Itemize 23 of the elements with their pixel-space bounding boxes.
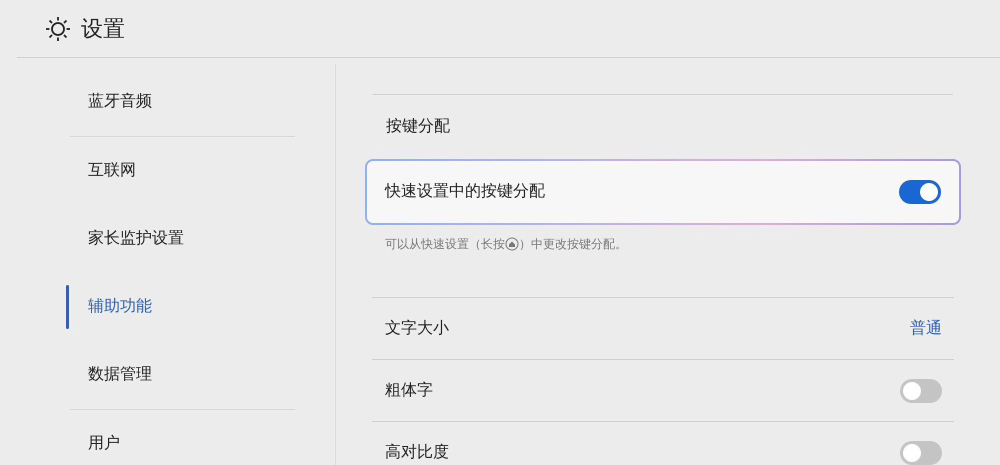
- setting-label: 高对比度: [385, 442, 449, 462]
- setting-value: 普通: [910, 318, 942, 338]
- hint-text: ）中更改按键分配。: [519, 236, 627, 253]
- setting-card[interactable]: 快速设置中的按键分配: [365, 159, 961, 225]
- settings-icon: [45, 16, 71, 42]
- setting-row[interactable]: 粗体字: [372, 360, 954, 422]
- sidebar-item[interactable]: 蓝牙音频: [70, 68, 295, 136]
- setting-row[interactable]: 文字大小 普通: [372, 298, 954, 360]
- setting-label: 快速设置中的按键分配: [385, 182, 545, 202]
- home-icon: [505, 237, 519, 251]
- setting-label: 粗体字: [385, 380, 433, 400]
- sidebar-item[interactable]: 用户: [70, 410, 295, 465]
- sidebar-item[interactable]: 家长监护设置: [70, 205, 295, 273]
- setting-label: 文字大小: [385, 318, 449, 338]
- sidebar-item[interactable]: 互联网: [70, 137, 295, 205]
- setting-row[interactable]: 高对比度: [372, 422, 954, 465]
- page-title: 设置: [81, 15, 125, 43]
- sidebar-item[interactable]: 数据管理: [70, 341, 295, 409]
- toggle-switch[interactable]: [899, 180, 941, 204]
- toggle-switch[interactable]: [900, 378, 942, 402]
- section-title: 按键分配: [386, 117, 450, 137]
- hint-text: 可以从快速设置（长按: [385, 236, 505, 253]
- toggle-switch[interactable]: [900, 440, 942, 464]
